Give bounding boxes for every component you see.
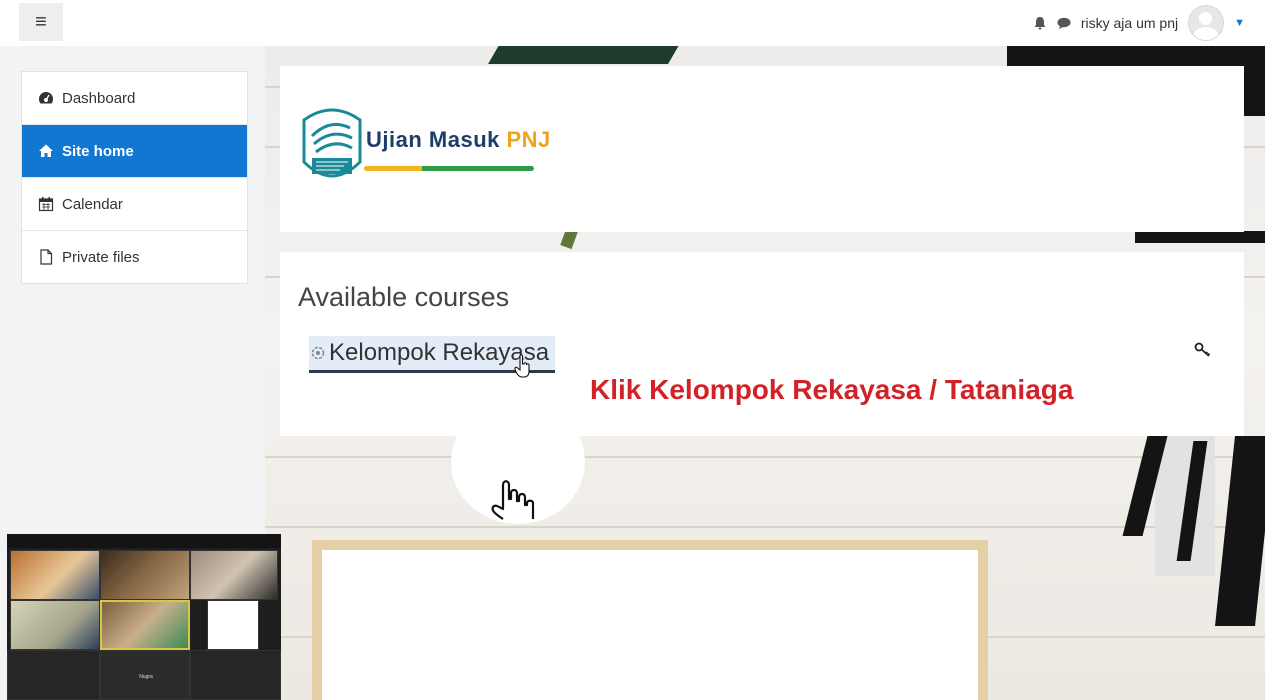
instruction-annotation: Klik Kelompok Rekayasa / Tataniaga (590, 374, 1074, 405)
logo-title: Ujian Masuk PNJ (366, 127, 551, 153)
sidebar-item-private-files[interactable]: Private files (22, 231, 247, 283)
available-courses-heading: Available courses (298, 282, 510, 312)
decor-stripe (1135, 231, 1265, 243)
plant-leaf (488, 46, 682, 64)
sidebar-item-calendar[interactable]: Calendar (22, 178, 247, 231)
enrolment-key-icon[interactable] (1194, 342, 1212, 358)
logo-underline (364, 166, 534, 171)
hand-cursor-icon (514, 354, 530, 378)
available-courses-card: Available courses Kelompok Rekayasa Klik… (280, 252, 1244, 436)
hamburger-icon: ≡ (35, 10, 47, 33)
site-header-card: Ujian Masuk PNJ (280, 66, 1244, 232)
participant-video (10, 600, 100, 650)
participant-video (7, 650, 100, 700)
sidebar-item-label: Private files (62, 248, 140, 266)
logo-title-main: Ujian Masuk (366, 127, 500, 152)
frame-canvas (322, 550, 978, 700)
participant-video (190, 550, 278, 600)
hand-pointer-icon (491, 480, 535, 520)
sidebar-item-label: Dashboard (62, 89, 136, 107)
sidebar-item-dashboard[interactable]: Dashboard (22, 72, 247, 125)
participant-video (190, 650, 281, 700)
dashboard-icon (38, 92, 54, 104)
site-logo[interactable]: Ujian Masuk PNJ (300, 106, 551, 190)
user-name[interactable]: risky aja um pnj (1081, 15, 1178, 31)
decor-stripe (1215, 436, 1265, 626)
pnj-emblem-icon (302, 108, 362, 178)
file-icon (40, 249, 53, 265)
wood-plank-line (265, 456, 1265, 458)
home-icon (39, 144, 53, 157)
bell-icon[interactable] (1033, 16, 1047, 30)
top-navbar: ≡ risky aja um pnj ▼ (0, 0, 1265, 46)
course-icon (311, 346, 325, 360)
user-nav: risky aja um pnj ▼ (1033, 5, 1245, 41)
sidebar-item-site-home[interactable]: Site home (22, 125, 247, 178)
video-call-overlay: Nugra (7, 534, 281, 700)
sidebar-item-label: Site home (62, 142, 134, 160)
participant-video (10, 550, 100, 600)
participant-video-active (100, 600, 190, 650)
calendar-icon (38, 197, 54, 212)
chat-icon[interactable] (1057, 17, 1071, 29)
caret-down-icon[interactable]: ▼ (1234, 17, 1245, 29)
video-call-toolbar (7, 534, 281, 548)
wood-plank-line (265, 526, 1265, 528)
hamburger-menu-button[interactable]: ≡ (19, 3, 63, 41)
sidebar-item-label: Calendar (62, 195, 123, 213)
participant-tile: Nugra (100, 650, 190, 700)
participant-video (100, 550, 190, 600)
participant-shared-screen (207, 600, 259, 650)
decorative-picture-frame (312, 540, 988, 700)
logo-title-accent: PNJ (506, 127, 551, 152)
avatar[interactable] (1188, 5, 1225, 41)
participant-name: Nugra (139, 674, 153, 680)
sidebar-nav: Dashboard Site home Calendar Private fil… (21, 71, 248, 284)
